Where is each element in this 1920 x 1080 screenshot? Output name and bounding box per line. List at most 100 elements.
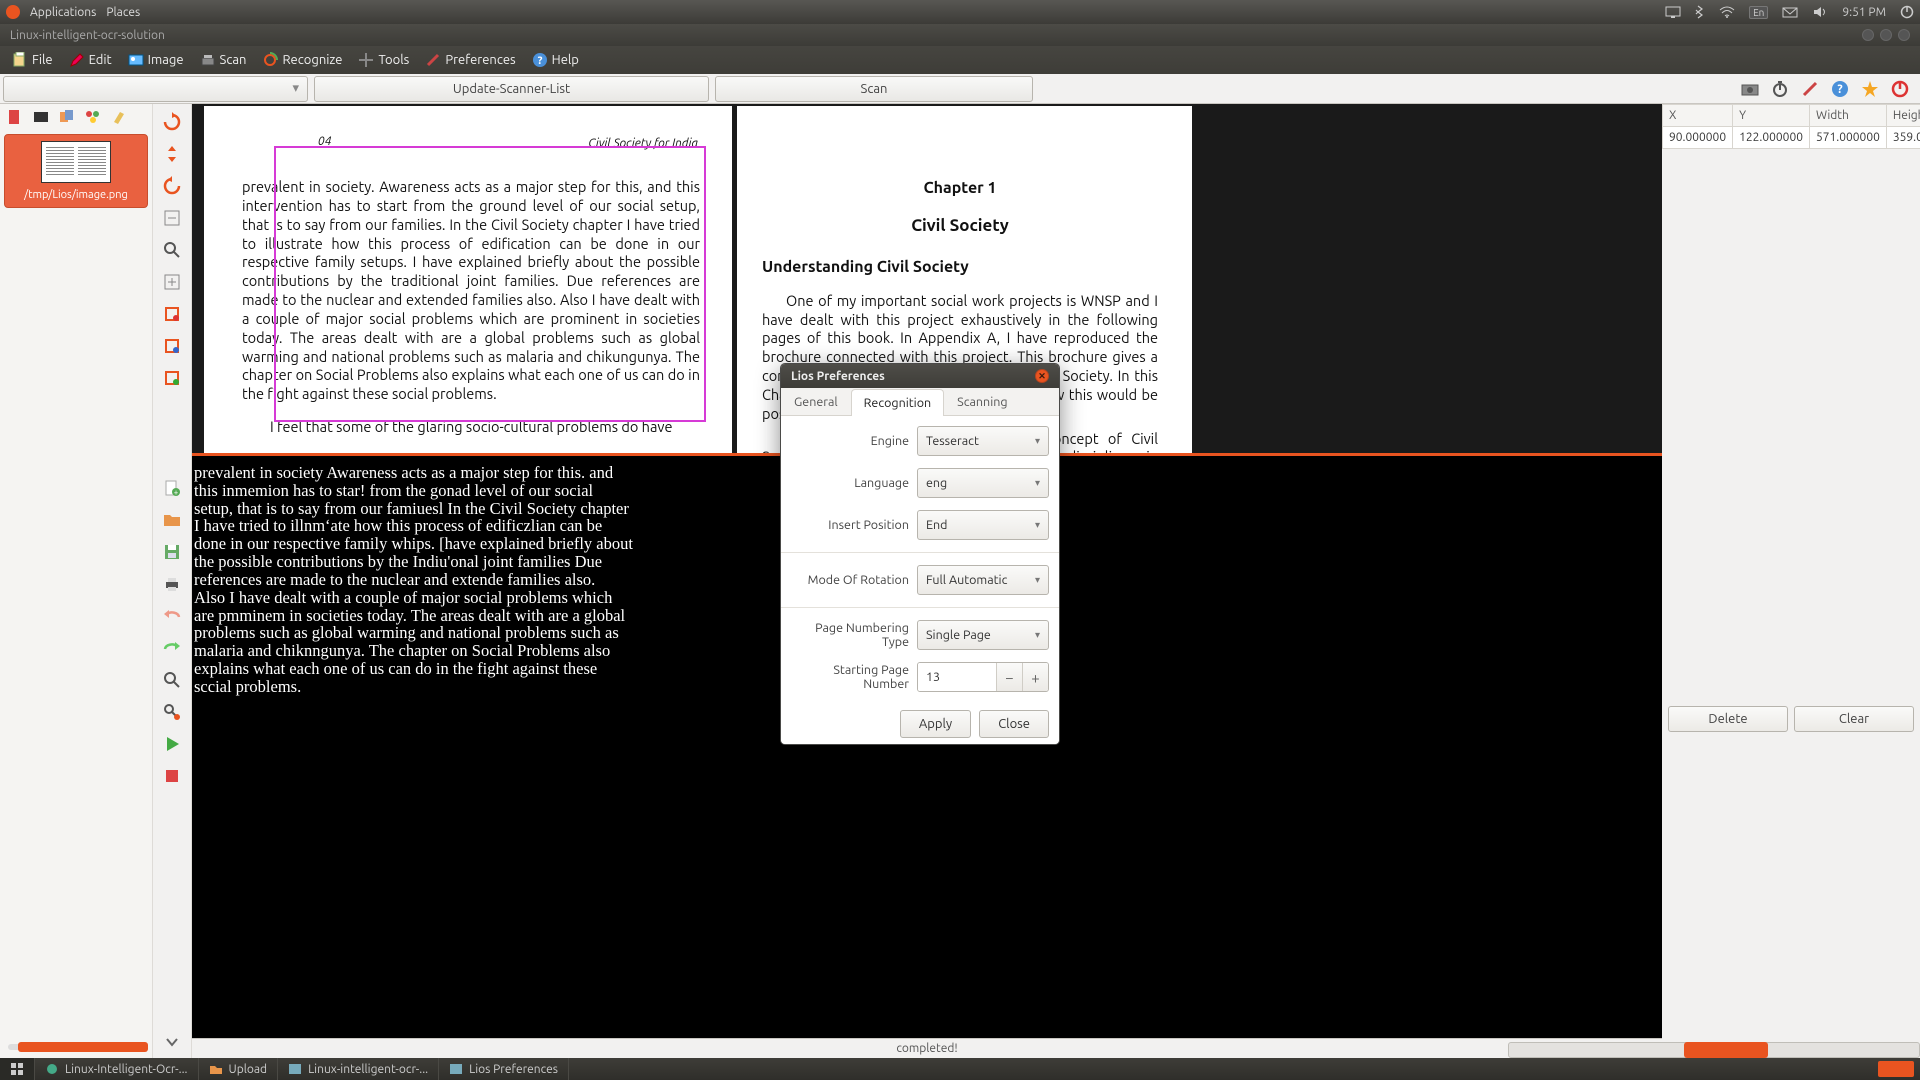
settings-icon[interactable] bbox=[1798, 77, 1822, 101]
menu-tools[interactable]: Tools bbox=[352, 50, 415, 70]
tab-general[interactable]: General bbox=[781, 388, 851, 415]
power-off-icon[interactable] bbox=[1888, 77, 1912, 101]
wifi-icon[interactable] bbox=[1719, 6, 1735, 18]
menu-scan[interactable]: Scan bbox=[194, 50, 253, 70]
language-select[interactable]: eng bbox=[917, 468, 1049, 498]
zoom-out-box-icon[interactable] bbox=[160, 206, 184, 230]
start-page-spinner[interactable]: 13 − + bbox=[917, 662, 1049, 692]
tab-scanning[interactable]: Scanning bbox=[944, 388, 1020, 415]
region-green-icon[interactable] bbox=[160, 366, 184, 390]
zoom-icon[interactable] bbox=[160, 238, 184, 262]
menu-image[interactable]: Image bbox=[122, 50, 190, 70]
flip-vertical-icon[interactable] bbox=[160, 142, 184, 166]
close-button[interactable] bbox=[1898, 29, 1910, 41]
start-page-value[interactable]: 13 bbox=[918, 663, 996, 691]
brush-icon[interactable] bbox=[110, 108, 128, 126]
task-lios-main[interactable]: Linux-Intelligent-Ocr-... bbox=[35, 1058, 199, 1080]
menu-preferences[interactable]: Preferences bbox=[419, 50, 521, 70]
power-icon[interactable] bbox=[1900, 5, 1914, 19]
scan-paragraph-2: I feel that some of the glaring socio-cu… bbox=[242, 418, 700, 437]
pagenum-type-label: Page Numbering Type bbox=[791, 621, 909, 649]
play-icon[interactable] bbox=[160, 732, 184, 756]
stop-icon[interactable] bbox=[160, 764, 184, 788]
val-h: 359.000000 bbox=[1886, 127, 1920, 149]
menu-edit[interactable]: Edit bbox=[63, 50, 118, 70]
task-lios-window[interactable]: Linux-intelligent-ocr-... bbox=[278, 1058, 439, 1080]
selection-coords-table: X Y Width Height 90.000000 122.000000 57… bbox=[1662, 104, 1920, 149]
gnome-top-panel: Applications Places En 9:51 PM bbox=[0, 0, 1920, 24]
close-dialog-button[interactable]: Close bbox=[979, 710, 1049, 738]
rotate-left-icon[interactable] bbox=[160, 174, 184, 198]
dialog-titlebar[interactable]: Lios Preferences ✕ bbox=[781, 364, 1059, 388]
window-titlebar: Linux-intelligent-ocr-solution bbox=[0, 24, 1920, 46]
hscroll-thumb[interactable] bbox=[1684, 1042, 1768, 1058]
insert-select[interactable]: End bbox=[917, 510, 1049, 540]
scan-button[interactable]: Scan bbox=[715, 76, 1033, 102]
delete-button[interactable]: Delete bbox=[1668, 706, 1788, 732]
apply-button[interactable]: Apply bbox=[900, 710, 971, 738]
task-upload[interactable]: Upload bbox=[199, 1058, 279, 1080]
menu-help[interactable]: ?Help bbox=[526, 50, 585, 70]
show-apps-icon[interactable] bbox=[0, 1058, 35, 1080]
pagenum-type-select[interactable]: Single Page bbox=[917, 620, 1049, 650]
thumbnail-path: /tmp/Lios/image.png bbox=[11, 189, 141, 201]
rotation-select[interactable]: Full Automatic bbox=[917, 565, 1049, 595]
open-folder-icon[interactable] bbox=[160, 508, 184, 532]
timer-icon[interactable] bbox=[1768, 77, 1792, 101]
col-x: X bbox=[1663, 105, 1733, 127]
zoom-in-box-icon[interactable] bbox=[160, 270, 184, 294]
col-y: Y bbox=[1733, 105, 1810, 127]
menu-recognize[interactable]: Recognize bbox=[256, 50, 348, 70]
update-scanner-button[interactable]: Update-Scanner-List bbox=[314, 76, 709, 102]
region-blue-icon[interactable] bbox=[160, 334, 184, 358]
task-prefs[interactable]: Lios Preferences bbox=[439, 1058, 569, 1080]
mail-icon[interactable] bbox=[1782, 6, 1798, 18]
applications-menu[interactable]: Applications bbox=[30, 6, 96, 19]
dialog-close-icon[interactable]: ✕ bbox=[1035, 369, 1049, 383]
tab-recognition[interactable]: Recognition bbox=[851, 389, 945, 416]
rotate-right-icon[interactable] bbox=[160, 110, 184, 134]
thumbnail-item[interactable]: /tmp/Lios/image.png bbox=[4, 134, 148, 208]
language-label: Language bbox=[791, 476, 909, 490]
engine-select[interactable]: Tesseract bbox=[917, 426, 1049, 456]
doc-multi-icon[interactable] bbox=[58, 108, 76, 126]
svg-text:+: + bbox=[174, 488, 179, 497]
help-icon[interactable]: ? bbox=[1828, 77, 1852, 101]
undo-icon[interactable] bbox=[160, 604, 184, 628]
scanner-select[interactable]: ▾ bbox=[3, 76, 308, 102]
save-icon[interactable] bbox=[160, 540, 184, 564]
find-replace-icon[interactable] bbox=[160, 700, 184, 724]
bubbles-icon[interactable] bbox=[84, 108, 102, 126]
find-icon[interactable] bbox=[160, 668, 184, 692]
chevron-down-icon[interactable] bbox=[160, 1030, 184, 1054]
doc-red-icon[interactable] bbox=[6, 108, 24, 126]
spinner-minus[interactable]: − bbox=[996, 663, 1022, 691]
spinner-plus[interactable]: + bbox=[1022, 663, 1048, 691]
dialog-title-text: Lios Preferences bbox=[791, 370, 885, 383]
region-red-icon[interactable] bbox=[160, 302, 184, 326]
redo-icon[interactable] bbox=[160, 636, 184, 660]
doc-dark-icon[interactable] bbox=[32, 108, 50, 126]
menu-file[interactable]: File bbox=[6, 50, 59, 70]
dialog-tabs: General Recognition Scanning bbox=[781, 388, 1059, 416]
ubuntu-logo-icon bbox=[6, 5, 20, 19]
screen-icon[interactable] bbox=[1665, 6, 1681, 18]
volume-icon[interactable] bbox=[1812, 6, 1828, 18]
maximize-button[interactable] bbox=[1880, 29, 1892, 41]
keyboard-lang-indicator[interactable]: En bbox=[1749, 6, 1768, 19]
statusbar: completed! bbox=[192, 1038, 1662, 1058]
places-menu[interactable]: Places bbox=[106, 6, 140, 19]
val-w: 571.000000 bbox=[1809, 127, 1886, 149]
clock[interactable]: 9:51 PM bbox=[1842, 6, 1886, 19]
screenshot-icon[interactable] bbox=[1738, 77, 1762, 101]
print-icon[interactable] bbox=[160, 572, 184, 596]
bluetooth-icon[interactable] bbox=[1695, 5, 1705, 19]
new-doc-icon[interactable]: + bbox=[160, 476, 184, 500]
page-indicator bbox=[0, 1036, 152, 1058]
clear-button[interactable]: Clear bbox=[1794, 706, 1914, 732]
star-icon[interactable] bbox=[1858, 77, 1882, 101]
minimize-button[interactable] bbox=[1862, 29, 1874, 41]
engine-label: Engine bbox=[791, 434, 909, 448]
show-desktop-button[interactable] bbox=[1878, 1061, 1914, 1077]
properties-panel: X Y Width Height 90.000000 122.000000 57… bbox=[1662, 104, 1920, 1058]
